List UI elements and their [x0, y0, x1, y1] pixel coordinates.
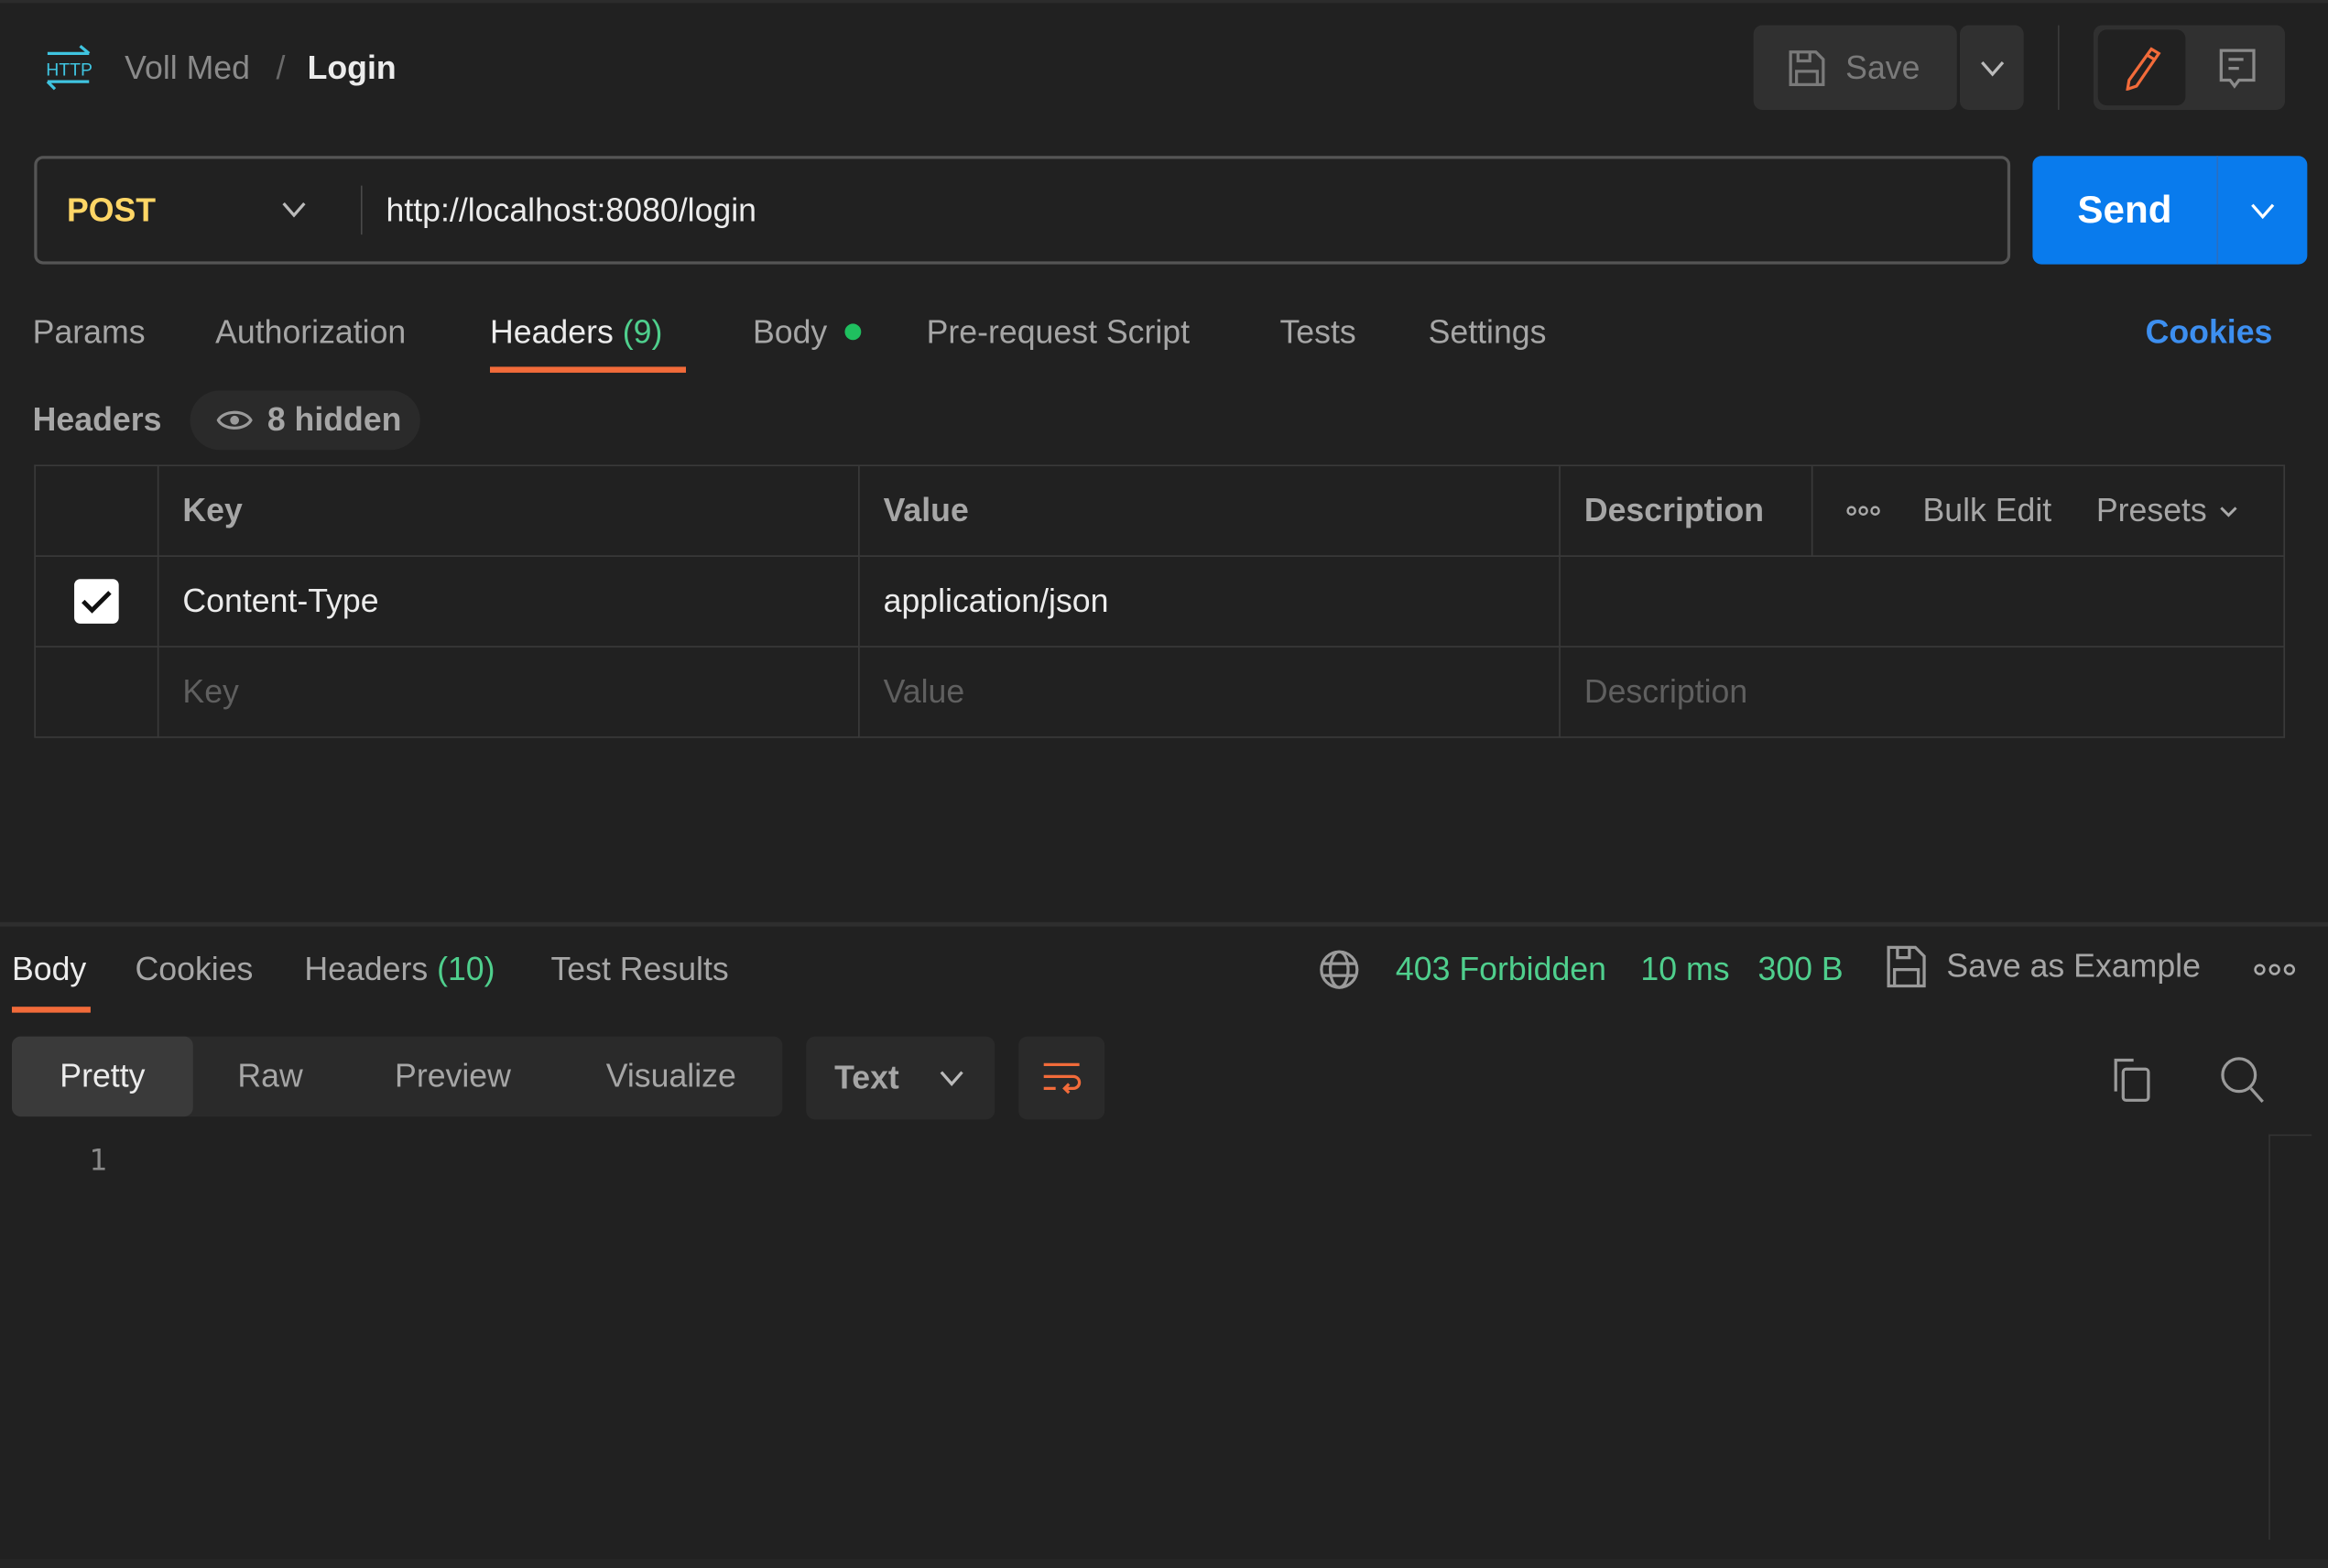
response-tab-body[interactable]: Body — [12, 951, 86, 989]
method-select[interactable]: POST — [38, 158, 361, 261]
more-options-icon[interactable] — [1845, 505, 1881, 517]
save-as-example-button[interactable]: Save as Example — [1886, 944, 2201, 989]
body-indicator-dot — [844, 323, 862, 341]
comments-button[interactable] — [2194, 29, 2280, 105]
format-pretty[interactable]: Pretty — [11, 1036, 193, 1117]
url-bar: POST http://localhost:8080/login — [34, 156, 2011, 265]
pencil-icon — [2121, 45, 2162, 91]
language-select[interactable]: Text — [806, 1036, 995, 1120]
send-button-group: Send — [2032, 156, 2308, 265]
table-row — [35, 556, 159, 648]
format-preview[interactable]: Preview — [363, 1037, 544, 1117]
bottom-edge — [0, 1559, 2328, 1568]
cookies-link[interactable]: Cookies — [2146, 313, 2273, 352]
save-icon — [1786, 47, 1827, 88]
more-options-icon[interactable] — [2254, 963, 2296, 977]
presets-dropdown[interactable]: Presets — [2096, 492, 2207, 530]
search-icon[interactable] — [2218, 1054, 2266, 1105]
column-description: Description — [1560, 466, 1813, 557]
hidden-headers-toggle[interactable]: 8 hidden — [190, 390, 420, 451]
tab-body[interactable]: Body — [753, 313, 827, 352]
language-value: Text — [834, 1058, 899, 1096]
response-active-tab-indicator — [11, 1007, 91, 1013]
send-dropdown-button[interactable] — [2218, 156, 2307, 264]
headers-table: Key Value Description Bulk Edit Presets … — [34, 464, 2286, 738]
response-tab-headers[interactable]: Headers (10) — [304, 951, 495, 989]
format-segmented-control: Pretty Raw Preview Visualize — [11, 1036, 783, 1117]
globe-icon[interactable] — [1319, 949, 1360, 990]
header-key-cell[interactable]: Content-Type — [158, 556, 860, 648]
chevron-down-icon — [1978, 59, 2005, 76]
bulk-edit-button[interactable]: Bulk Edit — [1922, 492, 2051, 530]
table-header-checkbox-col — [35, 466, 159, 557]
response-tab-cookies[interactable]: Cookies — [136, 951, 254, 989]
table-row-empty — [35, 647, 159, 738]
wrap-lines-button[interactable] — [1018, 1036, 1105, 1120]
active-tab-indicator — [489, 366, 686, 373]
method-divider — [360, 185, 363, 235]
response-tab-headers-label: Headers — [304, 950, 429, 988]
toolbar-divider — [2057, 25, 2060, 110]
comment-icon — [2218, 45, 2257, 90]
new-value-input[interactable]: Value — [859, 647, 1561, 738]
response-size[interactable]: 300 B — [1758, 951, 1844, 989]
http-icon: HTTP — [41, 45, 94, 93]
chevron-down-icon — [280, 201, 307, 218]
copy-icon[interactable] — [2110, 1056, 2155, 1104]
edit-mode-button[interactable] — [2097, 29, 2186, 106]
response-status[interactable]: 403 Forbidden — [1396, 951, 1606, 989]
tab-settings[interactable]: Settings — [1429, 313, 1547, 352]
view-toggle-group — [2093, 25, 2286, 110]
save-as-example-label: Save as Example — [1946, 947, 2201, 985]
tab-params[interactable]: Params — [33, 313, 146, 352]
breadcrumb-separator: / — [276, 49, 286, 87]
chevron-down-icon — [938, 1069, 964, 1086]
tab-authorization[interactable]: Authorization — [215, 313, 406, 352]
svg-text:HTTP: HTTP — [46, 60, 92, 81]
new-description-input[interactable]: Description — [1560, 647, 2286, 738]
header-value-cell[interactable]: application/json — [859, 556, 1561, 648]
chevron-down-icon — [2219, 504, 2240, 517]
request-name[interactable]: Login — [308, 49, 397, 87]
tab-pre-request-script[interactable]: Pre-request Script — [927, 313, 1190, 352]
save-icon — [1886, 944, 1927, 989]
send-button[interactable]: Send — [2032, 156, 2216, 264]
header-description-cell[interactable] — [1560, 556, 2286, 648]
row-enabled-checkbox[interactable] — [74, 579, 119, 624]
hidden-count: 8 hidden — [267, 400, 402, 439]
save-label: Save — [1845, 48, 1920, 86]
format-raw[interactable]: Raw — [193, 1037, 348, 1117]
line-number: 1 — [89, 1141, 107, 1178]
column-key: Key — [158, 466, 860, 557]
table-actions: Bulk Edit Presets — [1812, 466, 2286, 557]
response-tab-test-results[interactable]: Test Results — [550, 951, 728, 989]
pane-resize-handle[interactable] — [0, 921, 2328, 927]
checkmark-icon — [81, 588, 114, 615]
format-visualize[interactable]: Visualize — [573, 1037, 769, 1117]
response-headers-count: (10) — [437, 950, 495, 988]
headers-title: Headers — [32, 400, 162, 439]
chevron-down-icon — [2249, 201, 2276, 219]
url-input[interactable]: http://localhost:8080/login — [386, 191, 757, 230]
tab-headers-count: (9) — [622, 313, 663, 351]
breadcrumb-collection[interactable]: Voll Med — [125, 49, 250, 87]
method-value: POST — [66, 191, 157, 228]
tab-headers[interactable]: Headers (9) — [490, 313, 662, 352]
editor-scrollbar[interactable] — [2268, 1134, 2312, 1541]
tab-tests[interactable]: Tests — [1279, 313, 1355, 352]
response-time[interactable]: 10 ms — [1640, 951, 1729, 989]
column-value: Value — [859, 466, 1561, 557]
wrap-lines-icon — [1040, 1061, 1082, 1096]
new-key-input[interactable]: Key — [158, 647, 860, 738]
save-dropdown-button[interactable] — [1959, 25, 2024, 110]
eye-icon — [216, 408, 253, 432]
save-button[interactable]: Save — [1753, 25, 1957, 110]
window-top-edge — [0, 0, 2328, 4]
tab-headers-label: Headers — [489, 313, 614, 351]
